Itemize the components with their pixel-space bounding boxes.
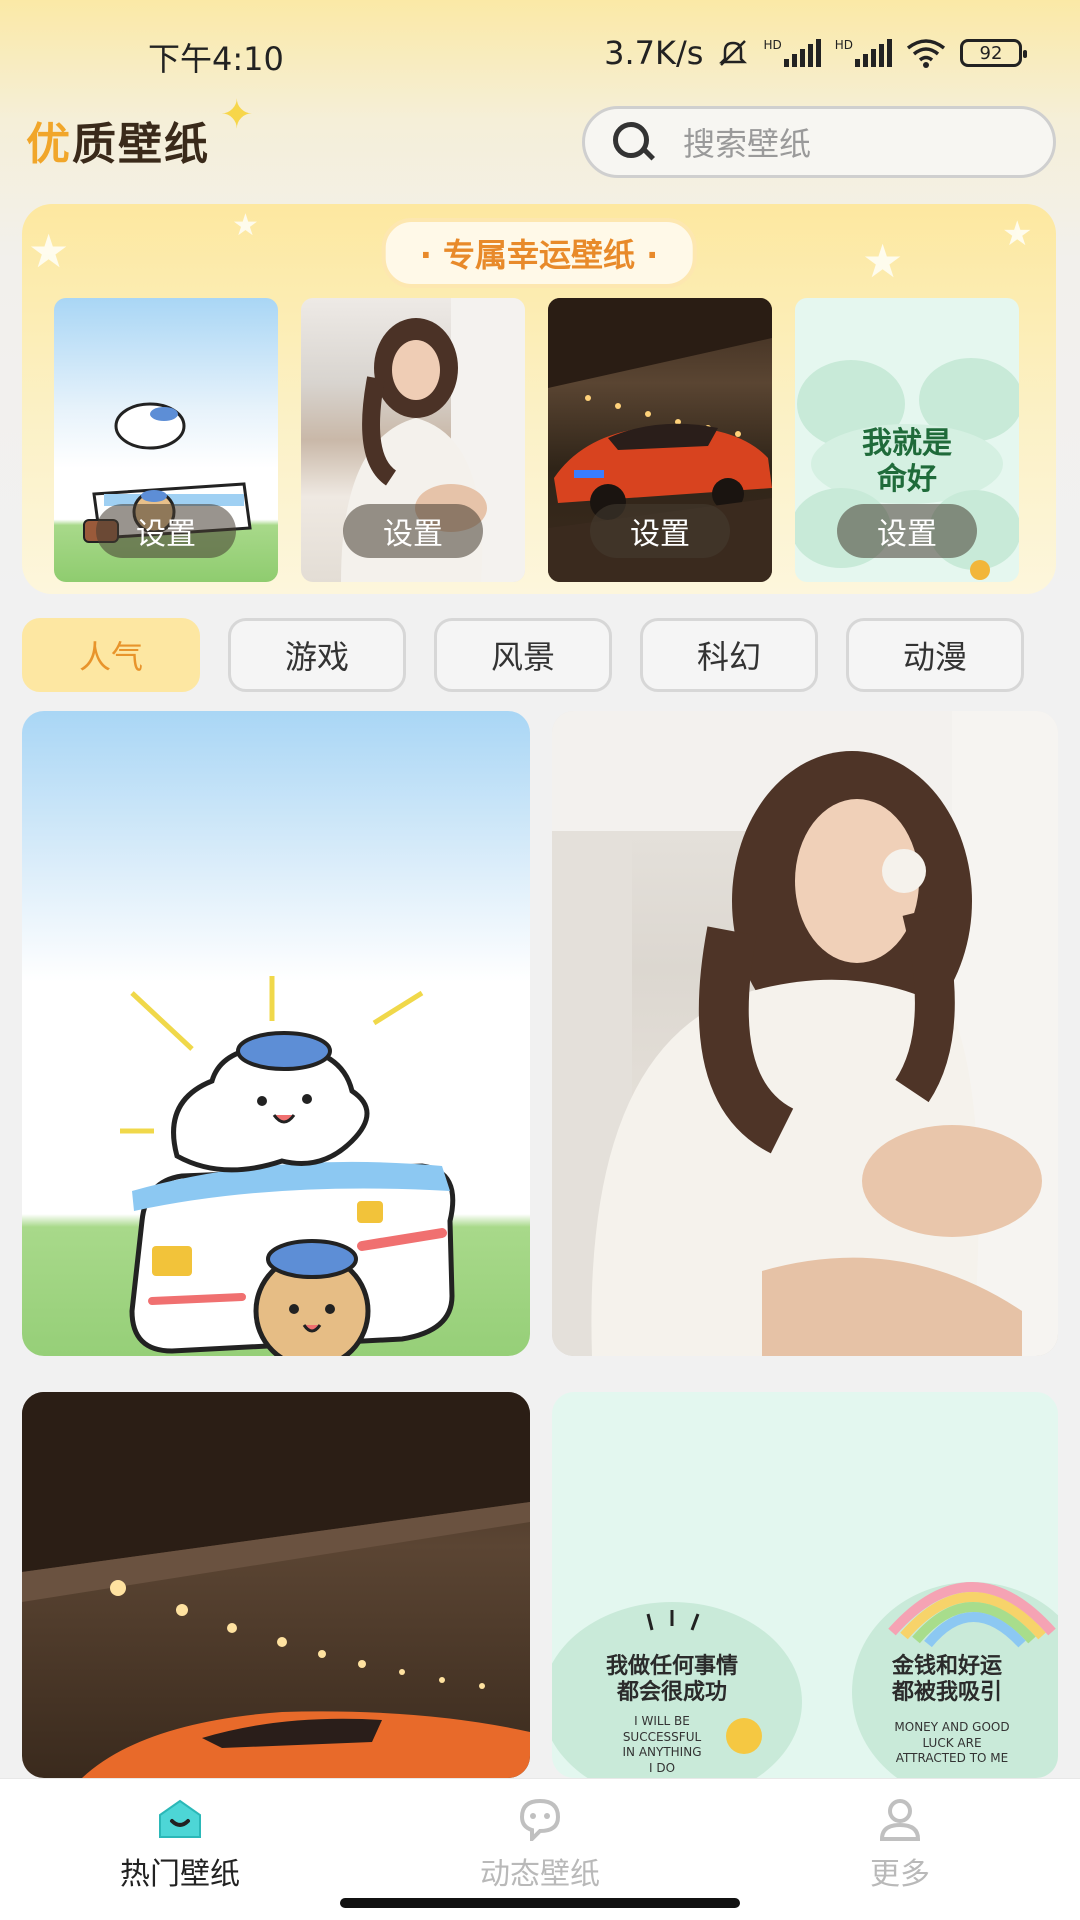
- wallpaper-card-girl[interactable]: [552, 711, 1058, 1356]
- search-icon: [611, 120, 656, 164]
- lucky-card-girl[interactable]: 设置: [301, 298, 525, 582]
- wallpaper-card-quote[interactable]: 我做任何事情 都会很成功 I WILL BE SUCCESSFUL IN ANYTHI…: [552, 1392, 1058, 1778]
- app-logo: 优质壁纸: [26, 108, 210, 172]
- tab-anime[interactable]: 动漫: [846, 618, 1024, 692]
- set-wallpaper-button[interactable]: 设置: [96, 504, 236, 558]
- tab-scifi[interactable]: 科幻: [640, 618, 818, 692]
- red-car-art: [22, 1392, 530, 1778]
- lucky-title: · 专属幸运壁纸 ·: [381, 218, 697, 288]
- logo-text: 质壁纸: [72, 119, 210, 170]
- mute-bell-icon: [719, 40, 748, 66]
- set-wallpaper-button[interactable]: 设置: [837, 504, 977, 558]
- quote-right-english: MONEY AND GOOD LUCK ARE ATTRACTED TO ME: [894, 1720, 1010, 1766]
- search-input[interactable]: 搜索壁纸: [582, 106, 1056, 178]
- nav-label: 更多: [870, 1857, 930, 1892]
- logo-first-char: 优: [26, 119, 72, 170]
- wifi-icon: [906, 39, 946, 68]
- network-speed: 3.7K/s: [604, 34, 704, 72]
- category-tabs: 人气 游戏 风景 科幻 动漫: [22, 618, 1024, 692]
- sparkle-icon: ✦: [220, 92, 254, 138]
- star-decoration-icon: ★: [862, 234, 904, 288]
- signal-icon: [855, 39, 892, 67]
- home-icon: [159, 1799, 201, 1838]
- person-icon: [879, 1799, 921, 1841]
- lucky-card-quote[interactable]: 我就是 命好 设置: [795, 298, 1019, 582]
- wallpaper-card-car[interactable]: [22, 1392, 530, 1778]
- lucky-card-car[interactable]: 设置: [548, 298, 772, 582]
- tab-scenery[interactable]: 风景: [434, 618, 612, 692]
- home-indicator[interactable]: [340, 1898, 740, 1908]
- set-wallpaper-button[interactable]: 设置: [343, 504, 483, 558]
- quote-left-text: 我做任何事情 都会很成功: [605, 1654, 738, 1706]
- status-time: 下午4:10: [148, 40, 284, 78]
- nav-label: 动态壁纸: [480, 1857, 600, 1892]
- tab-popular[interactable]: 人气: [22, 618, 200, 692]
- tab-games[interactable]: 游戏: [228, 618, 406, 692]
- quote-left-english: I WILL BE SUCCESSFUL IN ANYTHING I DO: [622, 1714, 702, 1775]
- quote-text: 我就是 命好: [862, 426, 952, 497]
- star-decoration-icon: ★: [1002, 214, 1033, 254]
- hd-label: HD: [763, 38, 782, 52]
- wallpaper-card-dog[interactable]: [22, 711, 530, 1356]
- lucky-cards: 设置 设置 设置 我就是 命好 设置: [54, 298, 1019, 582]
- nav-hot-wallpapers[interactable]: 热门壁纸: [0, 1779, 360, 1920]
- chat-icon: [519, 1798, 561, 1841]
- nav-label: 热门壁纸: [120, 1857, 240, 1892]
- star-decoration-icon: ★: [232, 208, 259, 243]
- hd-label: HD: [834, 38, 853, 52]
- status-icons: 3.7K/s HD HD 92: [604, 34, 1027, 72]
- lucky-wallpaper-banner: ★ ★ ★ ★ · 专属幸运壁纸 · 设置 设置 设置 我就是 命好 设置: [22, 204, 1056, 594]
- dog-cartoon-art: [120, 976, 456, 1356]
- girl-photo-art: [552, 711, 1058, 1356]
- search-placeholder: 搜索壁纸: [683, 125, 812, 163]
- status-bar: 下午4:10 3.7K/s HD HD 92: [0, 0, 1080, 100]
- lucky-card-dog[interactable]: 设置: [54, 298, 278, 582]
- battery-icon: 92: [960, 39, 1027, 67]
- set-wallpaper-button[interactable]: 设置: [590, 504, 730, 558]
- nav-more[interactable]: 更多: [720, 1779, 1080, 1920]
- signal-icon: [783, 39, 821, 67]
- star-decoration-icon: ★: [28, 224, 70, 278]
- quote-right-text: 金钱和好运 都被我吸引: [891, 1654, 1002, 1706]
